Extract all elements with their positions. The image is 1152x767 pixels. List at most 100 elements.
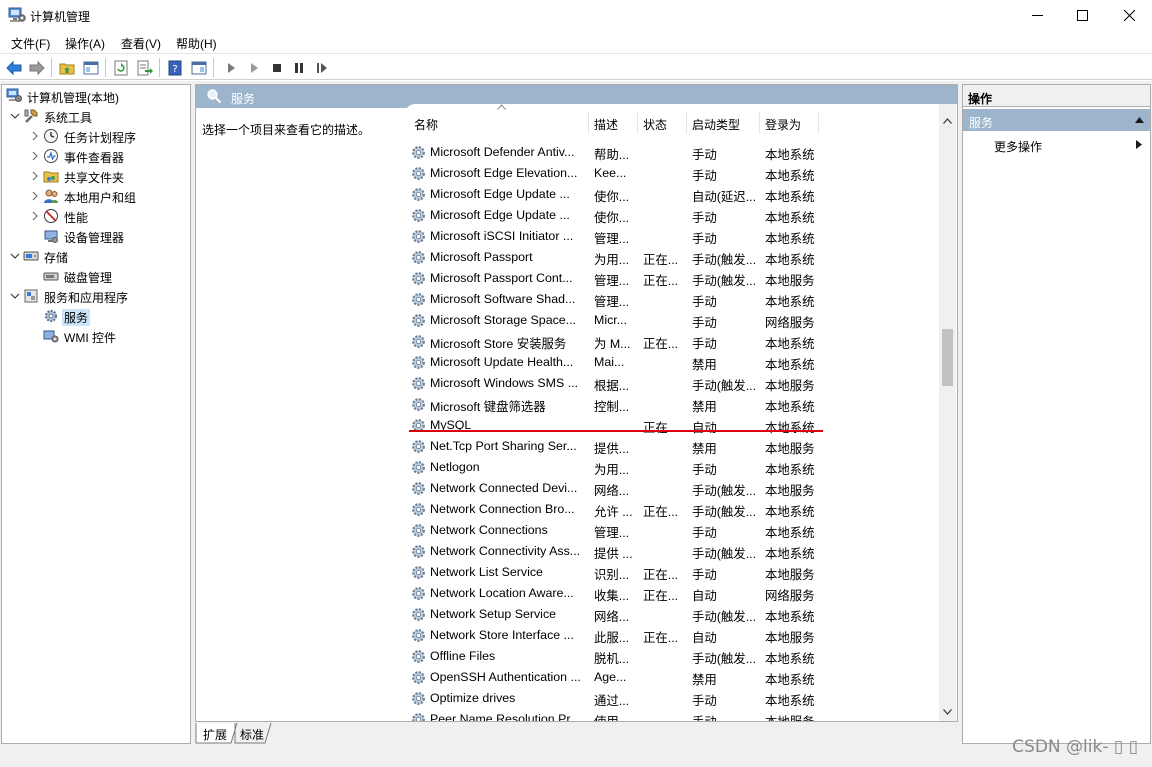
tree-item[interactable]: WMI 控件 (2, 326, 190, 346)
start-service-button[interactable] (221, 58, 241, 77)
table-row[interactable]: Netlogon 为用... 手动 本地系统 (405, 457, 835, 478)
refresh-button[interactable] (111, 58, 131, 77)
tree-item[interactable]: 设备管理器 (2, 226, 190, 246)
tree-item[interactable]: 服务和应用程序 (2, 286, 190, 306)
service-log-on-as: 本地服务 (765, 568, 815, 582)
tree-item[interactable]: 服务 (2, 306, 190, 326)
table-row[interactable]: Microsoft Storage Space... Micr... 手动 网络服务 (405, 310, 835, 331)
column-header-log-on-as[interactable]: 登录为 (765, 116, 801, 133)
help-button[interactable]: ? (165, 58, 185, 77)
chevron-down-icon[interactable] (10, 111, 20, 121)
stop-service-button[interactable] (267, 58, 287, 77)
service-log-on-as: 本地系统 (765, 337, 815, 351)
tab-standard[interactable]: 标准 (234, 723, 270, 743)
column-header-name[interactable]: 名称 (414, 116, 438, 133)
tree-item[interactable]: 系统工具 (2, 106, 190, 126)
table-row[interactable]: Network Store Interface ... 此服... 正在... 自动 本… (405, 625, 835, 646)
table-row[interactable]: Microsoft 键盘筛选器 控制... 禁用 本地系统 (405, 394, 835, 415)
table-row[interactable]: Network Location Aware... 收集... 正在... 自动 网络服… (405, 583, 835, 604)
table-row[interactable]: Microsoft Passport 为用... 正在... 手动(触发... 本地系统 (405, 247, 835, 268)
tree-item[interactable]: 事件查看器 (2, 146, 190, 166)
table-row[interactable]: Microsoft Passport Cont... 管理... 正在... 手动(触… (405, 268, 835, 289)
column-header-startup-type[interactable]: 启动类型 (692, 116, 740, 133)
actions-section-services[interactable]: 服务 (963, 109, 1150, 131)
table-row[interactable]: Microsoft Store 安装服务 为 M... 正在... 手动 本地系统 (405, 331, 835, 352)
table-row[interactable]: Offline Files 脱机... 手动(触发... 本地系统 (405, 646, 835, 667)
service-startup-type: 手动(触发... (692, 484, 757, 498)
chevron-down-icon[interactable] (10, 251, 20, 261)
chevron-right-icon[interactable] (30, 131, 40, 141)
watermark-label: CSDN @lik- (1012, 737, 1109, 757)
scroll-up-icon[interactable] (943, 118, 952, 124)
table-row[interactable]: Network Connections 管理... 手动 本地系统 (405, 520, 835, 541)
column-divider[interactable] (818, 112, 819, 134)
close-button[interactable] (1106, 0, 1152, 31)
tree-item[interactable]: 磁盘管理 (2, 266, 190, 286)
column-divider[interactable] (588, 112, 589, 134)
scrollbar-thumb[interactable] (942, 329, 953, 386)
show-hide-tree-button[interactable] (81, 58, 101, 77)
tree-item[interactable]: 计算机管理(本地) (2, 86, 190, 106)
export-list-button[interactable] (135, 58, 155, 77)
service-name: Microsoft Store 安装服务 (430, 337, 567, 351)
table-row[interactable]: MySQL 正在... 自动 本地系统 (405, 415, 835, 436)
column-divider[interactable] (637, 112, 638, 134)
table-row[interactable]: Net.Tcp Port Sharing Ser... 提供... 禁用 本地服务 (405, 436, 835, 457)
chevron-right-icon[interactable] (30, 151, 40, 161)
menu-view[interactable]: 查看(V) (121, 35, 161, 52)
table-row[interactable]: Optimize drives 通过... 手动 本地系统 (405, 688, 835, 709)
up-level-button[interactable] (57, 58, 77, 77)
pause-service-button[interactable] (289, 58, 309, 77)
service-gear-icon (412, 230, 425, 243)
table-row[interactable]: Microsoft Edge Update ... 使你... 自动(延迟... 本地… (405, 184, 835, 205)
services-vertical-scrollbar[interactable] (939, 104, 956, 721)
table-row[interactable]: Microsoft Defender Antiv... 帮助... 手动 本地系统 (405, 142, 835, 163)
table-row[interactable]: Network List Service 识别... 正在... 手动 本地服务 (405, 562, 835, 583)
tree-item-label: 存储 (44, 251, 69, 265)
column-divider[interactable] (759, 112, 760, 134)
maximize-button[interactable] (1059, 0, 1105, 31)
table-row[interactable]: Microsoft iSCSI Initiator ... 管理... 手动 本地系统 (405, 226, 835, 247)
more-actions-link[interactable]: 更多操作 (994, 138, 1042, 155)
table-row[interactable]: Microsoft Update Health... Mai... 禁用 本地系统 (405, 352, 835, 373)
menu-file[interactable]: 文件(F) (11, 35, 50, 52)
forward-button[interactable] (27, 58, 47, 77)
chevron-down-icon[interactable] (10, 291, 20, 301)
minimize-button[interactable] (1014, 0, 1060, 31)
tab-extended[interactable]: 扩展 (197, 723, 233, 743)
chevron-right-icon[interactable] (30, 191, 40, 201)
service-gear-icon (412, 482, 425, 495)
scroll-down-icon[interactable] (943, 709, 952, 715)
resume-service-button[interactable] (312, 58, 332, 77)
table-row[interactable]: Microsoft Edge Elevation... Kee... 手动 本地系统 (405, 163, 835, 184)
service-gear-icon (412, 335, 425, 348)
tree-item[interactable]: 共享文件夹 (2, 166, 190, 186)
table-row[interactable]: Network Setup Service 网络... 手动(触发... 本地系统 (405, 604, 835, 625)
table-row[interactable]: Microsoft Edge Update ... 使你... 手动 本地系统 (405, 205, 835, 226)
table-row[interactable]: Microsoft Windows SMS ... 根据... 手动(触发... 本地… (405, 373, 835, 394)
table-row[interactable]: Network Connected Devi... 网络... 手动(触发... 本地… (405, 478, 835, 499)
table-row[interactable]: Microsoft Software Shad... 管理... 手动 本地系统 (405, 289, 835, 310)
chevron-right-icon[interactable] (30, 211, 40, 221)
service-name: Network Connected Devi... (430, 481, 578, 495)
column-header-description[interactable]: 描述 (594, 116, 618, 133)
tree-item[interactable]: 任务计划程序 (2, 126, 190, 146)
table-row[interactable]: Network Connection Bro... 允许 ... 正在... 手动(触… (405, 499, 835, 520)
table-row[interactable]: Network Connectivity Ass... 提供 ... 手动(触发..… (405, 541, 835, 562)
menu-action[interactable]: 操作(A) (65, 35, 105, 52)
start-service-alt-button[interactable] (244, 58, 264, 77)
show-hide-action-pane-button[interactable] (189, 58, 209, 77)
chevron-right-icon[interactable] (30, 171, 40, 181)
service-startup-type: 手动 (692, 232, 717, 246)
column-divider[interactable] (686, 112, 687, 134)
help-icon: ? (168, 60, 182, 75)
tree-item[interactable]: 本地用户和组 (2, 186, 190, 206)
back-button[interactable] (4, 58, 24, 77)
table-row[interactable]: Peer Name Resolution Pr... 使用... 手动本地服务 (405, 709, 835, 721)
tree-item[interactable]: 存储 (2, 246, 190, 266)
column-header-status[interactable]: 状态 (643, 116, 667, 133)
table-row[interactable]: OpenSSH Authentication ... Age... 禁用 本地系统 (405, 667, 835, 688)
tree-item[interactable]: 性能 (2, 206, 190, 226)
menu-help[interactable]: 帮助(H) (176, 35, 217, 52)
service-status: 正在... (643, 505, 679, 519)
